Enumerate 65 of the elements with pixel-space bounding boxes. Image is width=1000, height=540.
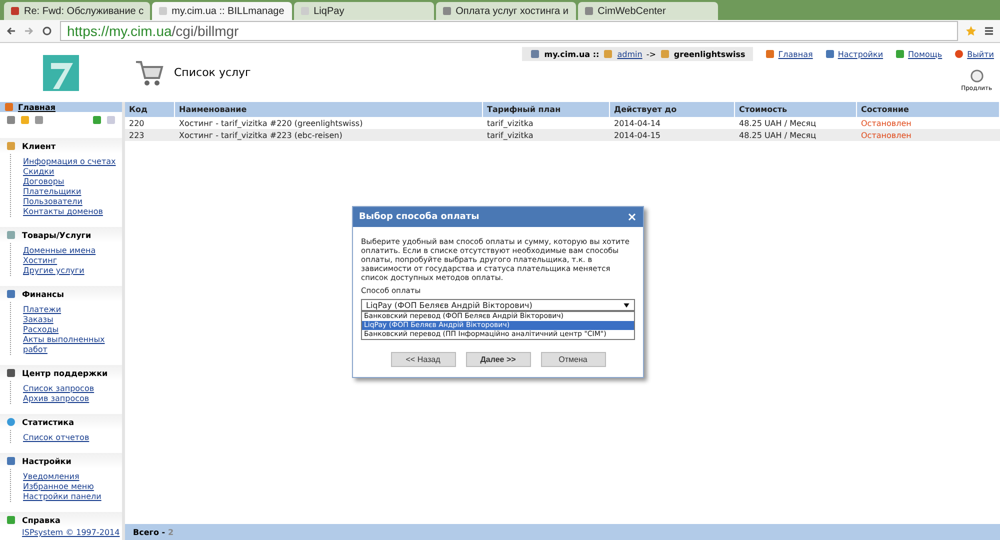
caret-icon xyxy=(623,302,630,308)
sidebar-link[interactable]: Скидки xyxy=(23,167,122,177)
page-title: Список услуг xyxy=(174,66,251,79)
back-icon xyxy=(6,26,16,36)
section-header[interactable]: Товары/Услуги xyxy=(0,227,122,243)
table-cell-text: 2014-04-14 xyxy=(613,118,662,129)
sidebar-link[interactable]: Доменные имена xyxy=(23,246,122,256)
sidebar-link[interactable]: Плательщики xyxy=(23,187,122,197)
table-cell-text: tarif_vizitka xyxy=(486,130,534,141)
dialog-button[interactable]: << Назад xyxy=(390,352,456,367)
sidebar-link[interactable]: Расходы xyxy=(23,325,122,335)
payment-select[interactable]: LiqPay (ФОП Беляєв Андрій Вікторович) xyxy=(361,299,635,311)
logo xyxy=(41,52,81,92)
table-cell-text: Хостинг - tarif_vizitka #220 (greenlightswiss) xyxy=(178,118,364,129)
sidebar-link[interactable]: Список отчетов xyxy=(23,433,122,443)
sidebar-link[interactable]: Договоры xyxy=(23,177,122,187)
browser-tab[interactable]: my.cim.ua :: BILLmanage xyxy=(152,2,292,20)
browser-tab[interactable]: Re: Fwd: Обслуживание с xyxy=(4,2,150,20)
dialog-button[interactable]: Отмена xyxy=(540,352,606,367)
sidebar-link[interactable]: Уведомления xyxy=(23,472,122,482)
top-link[interactable]: Главная xyxy=(765,49,813,59)
forward-icon xyxy=(24,26,34,36)
sidebar-link[interactable]: Хостинг xyxy=(23,256,122,266)
table-cell-text: Остановлен xyxy=(860,118,912,129)
close-icon xyxy=(627,212,637,222)
table-cell-text: 220 xyxy=(128,118,146,129)
browser-tab[interactable]: LiqPay xyxy=(294,2,434,20)
sidebar-link[interactable]: Контакты доменов xyxy=(23,207,122,217)
menu-icon xyxy=(984,26,994,36)
top-link[interactable]: Выйти xyxy=(954,49,994,59)
sidebar-link[interactable]: Заказы xyxy=(23,315,122,325)
table-cell-text: 48.25 UAH / Месяц xyxy=(738,118,818,129)
reload-icon xyxy=(42,26,52,36)
total-label: Всего - xyxy=(133,528,166,537)
browser-tab[interactable]: CimWebCenter xyxy=(578,2,718,20)
browser-tab[interactable]: Оплата услуг хостинга и xyxy=(436,2,576,20)
table-cell-text: 2014-04-15 xyxy=(613,130,662,141)
table-cell-text: Остановлен xyxy=(860,130,912,141)
address-field[interactable]: https://my.cim.ua/cgi/billmgr xyxy=(60,21,958,41)
sidebar-link[interactable]: Архив запросов xyxy=(23,394,122,404)
top-link[interactable]: Помощь xyxy=(895,49,942,59)
sidebar-link[interactable]: Платежи xyxy=(23,305,122,315)
section-header[interactable]: Настройки xyxy=(0,453,122,469)
sidebar-link[interactable]: Пользователи xyxy=(23,197,122,207)
top-link[interactable]: Настройки xyxy=(824,49,884,59)
sidebar-link[interactable]: Информация о счетах xyxy=(23,157,122,167)
client-name: greenlightswiss xyxy=(674,50,746,58)
dialog-title: Выбор способа оплаты xyxy=(359,212,480,222)
dialog-button[interactable]: Далее >> xyxy=(466,352,530,367)
site-name: my.cim.ua :: xyxy=(544,50,600,58)
section-header[interactable]: Справка xyxy=(0,512,122,528)
table-cell-text: tarif_vizitka xyxy=(486,118,534,129)
table-cell-text: Хостинг - tarif_vizitka #223 (ebc-reisen) xyxy=(178,130,344,141)
arrow-text: -> xyxy=(646,50,656,58)
sidebar-link[interactable]: Другие услуги xyxy=(23,266,122,276)
sidebar-link[interactable]: Акты выполненных работ xyxy=(23,335,122,355)
copyright-link[interactable]: ISPsystem © 1997-2014 xyxy=(0,528,122,540)
user-link[interactable]: admin xyxy=(617,50,642,58)
sidebar-link[interactable]: Избранное меню xyxy=(23,482,122,492)
sidebar-link[interactable]: Список запросов xyxy=(23,384,122,394)
sidebar-link[interactable]: Настройки панели xyxy=(23,492,122,502)
total-count: 2 xyxy=(168,528,174,537)
section-header[interactable]: Центр поддержки xyxy=(0,365,122,381)
table-cell-text: 223 xyxy=(128,130,146,141)
table-cell-text: 48.25 UAH / Месяц xyxy=(738,130,818,141)
